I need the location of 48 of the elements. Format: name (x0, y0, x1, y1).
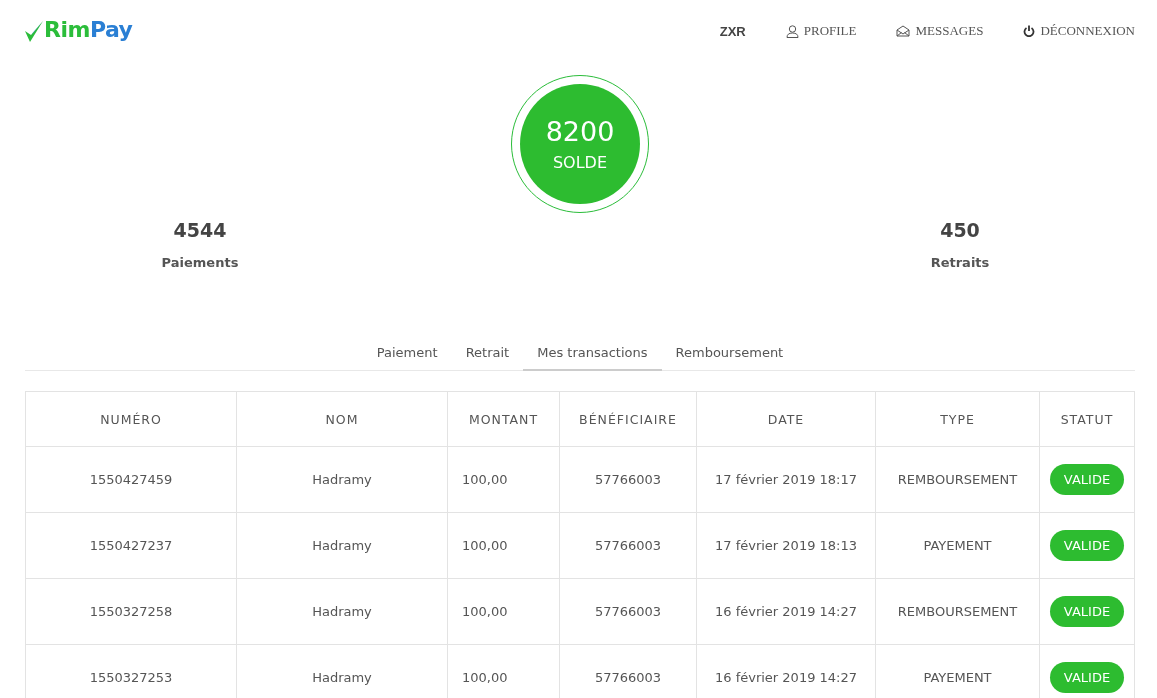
table-cell: 57766003 (559, 512, 697, 579)
stat-value: 4544 (173, 219, 227, 241)
table-cell: 17 février 2019 18:17 (696, 446, 876, 513)
column-header: DATE (696, 391, 876, 447)
envelope-icon (896, 25, 911, 37)
table-cell: PAYEMENT (875, 512, 1040, 579)
column-header: STATUT (1039, 391, 1135, 447)
column-header: TYPE (875, 391, 1040, 447)
stat-label: Paiements (161, 255, 239, 270)
table-cell: 100,00 (447, 446, 560, 513)
status-badge: VALIDE (1049, 464, 1125, 495)
table-cell: 1550427459 (25, 446, 237, 513)
table-cell: Hadramy (236, 578, 448, 645)
status-badge: VALIDE (1049, 596, 1125, 627)
table-cell: Hadramy (236, 446, 448, 513)
table-cell: 57766003 (559, 446, 697, 513)
tab[interactable]: Mes transactions (523, 337, 662, 371)
table-cell: REMBOURSEMENT (875, 578, 1040, 645)
column-header: NOM (236, 391, 448, 447)
status-badge: VALIDE (1049, 530, 1125, 561)
table-cell: 1550427237 (25, 512, 237, 579)
nav-link[interactable]: MESSAGES (896, 23, 984, 39)
table-cell: REMBOURSEMENT (875, 446, 1040, 513)
table-cell: 16 février 2019 14:27 (696, 578, 876, 645)
status-badge: VALIDE (1049, 662, 1125, 693)
table-cell: 100,00 (447, 512, 560, 579)
user-icon (785, 24, 799, 38)
table-cell: Hadramy (236, 512, 448, 579)
power-icon (1023, 25, 1036, 37)
table-cell: 17 février 2019 18:13 (696, 512, 876, 579)
stat-label: Retraits (930, 255, 990, 270)
table-cell: 1550327253 (25, 644, 237, 698)
nav-link[interactable]: DÉCONNEXION (1023, 23, 1135, 39)
column-header: MONTANT (447, 391, 560, 447)
stat-value: 450 (940, 219, 980, 241)
balance-label: SOLDE (552, 153, 608, 172)
column-header: BÉNÉFICIAIRE (559, 391, 697, 447)
table-cell: 57766003 (559, 578, 697, 645)
column-header: NUMÉRO (25, 391, 237, 447)
table-cell: 1550327258 (25, 578, 237, 645)
table-cell: 100,00 (447, 578, 560, 645)
balance-value: 8200 (545, 116, 615, 147)
tab[interactable]: Remboursement (661, 337, 798, 371)
rimpay-logo[interactable]: RimPay (44, 16, 133, 42)
tab[interactable]: Retrait (451, 337, 524, 371)
nav-link[interactable]: ZXR (719, 23, 746, 39)
nav-link[interactable]: PROFILE (785, 23, 857, 39)
tab[interactable]: Paiement (362, 337, 452, 371)
